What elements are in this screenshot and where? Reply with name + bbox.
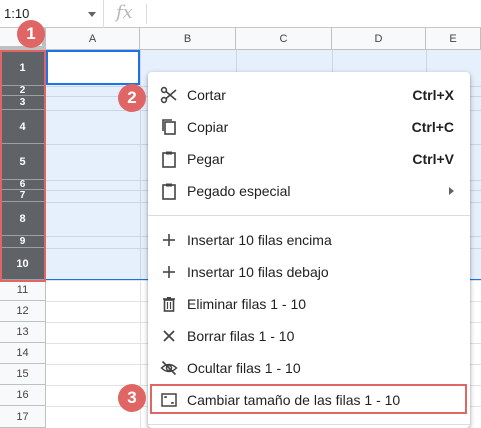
copy-icon xyxy=(162,119,176,135)
menu-item-delete-rows[interactable]: Eliminar filas 1 - 10 xyxy=(148,288,470,320)
row-header-14[interactable]: 14 xyxy=(0,343,46,364)
clipboard-icon xyxy=(162,151,176,168)
name-box[interactable]: 1:10 xyxy=(0,0,104,28)
row-header-17[interactable]: 17 xyxy=(0,406,46,428)
name-box-value: 1:10 xyxy=(4,6,30,21)
menu-item-paste-special[interactable]: Pegado especial xyxy=(148,175,470,207)
row-header-15[interactable]: 15 xyxy=(0,364,46,385)
menu-item-label: Copiar xyxy=(187,119,229,135)
chevron-down-icon[interactable] xyxy=(88,12,96,17)
row-header-16[interactable]: 16 xyxy=(0,385,46,406)
menu-item-label: Cortar xyxy=(187,87,226,103)
row-selection-highlight xyxy=(0,50,46,282)
active-cell-a1[interactable] xyxy=(46,50,140,85)
row-header-11[interactable]: 11 xyxy=(0,280,46,301)
column-header-b[interactable]: B xyxy=(140,28,236,50)
menu-item-label: Insertar 10 filas encima xyxy=(187,232,332,248)
menu-item-label: Pegar xyxy=(187,151,225,167)
menu-item-insert-above[interactable]: Insertar 10 filas encima xyxy=(148,224,470,256)
callout-badge-3: 3 xyxy=(118,384,146,412)
plus-icon xyxy=(163,234,175,246)
menu-item-cut[interactable]: Cortar Ctrl+X xyxy=(148,79,470,111)
plus-icon xyxy=(163,266,175,278)
menu-item-shortcut: Ctrl+X xyxy=(412,87,454,103)
resize-item-highlight xyxy=(150,384,467,414)
trash-icon xyxy=(163,297,175,312)
scissors-icon xyxy=(160,86,177,104)
menu-item-label: Ocultar filas 1 - 10 xyxy=(187,360,301,376)
menu-item-hide-rows[interactable]: Ocultar filas 1 - 10 xyxy=(148,352,470,384)
menu-item-paste[interactable]: Pegar Ctrl+V xyxy=(148,143,470,175)
column-header-e[interactable]: E xyxy=(426,28,481,50)
callout-badge-1: 1 xyxy=(17,20,45,48)
fx-icon: fx xyxy=(116,2,133,23)
menu-divider xyxy=(148,424,470,425)
clipboard-icon xyxy=(162,183,176,200)
menu-divider xyxy=(148,215,470,216)
menu-item-label: Borrar filas 1 - 10 xyxy=(187,328,295,344)
formula-bar-divider xyxy=(146,4,147,24)
callout-badge-2: 2 xyxy=(118,84,146,112)
menu-item-label: Pegado especial xyxy=(187,183,291,199)
menu-item-copy[interactable]: Copiar Ctrl+C xyxy=(148,111,470,143)
column-header-d[interactable]: D xyxy=(332,28,426,50)
menu-item-label: Insertar 10 filas debajo xyxy=(187,264,329,280)
formula-bar: 1:10 fx xyxy=(0,0,481,28)
column-header-c[interactable]: C xyxy=(236,28,332,50)
menu-item-clear-rows[interactable]: Borrar filas 1 - 10 xyxy=(148,320,470,352)
row-header-13[interactable]: 13 xyxy=(0,322,46,343)
column-header-a[interactable]: A xyxy=(46,28,140,50)
menu-item-insert-below[interactable]: Insertar 10 filas debajo xyxy=(148,256,470,288)
eye-off-icon xyxy=(160,360,178,376)
menu-item-shortcut: Ctrl+C xyxy=(411,119,454,135)
menu-item-shortcut: Ctrl+V xyxy=(412,151,454,167)
menu-item-label: Eliminar filas 1 - 10 xyxy=(187,296,307,312)
context-menu: Cortar Ctrl+X Copiar Ctrl+C Pegar Ctrl+V… xyxy=(148,72,470,428)
x-icon xyxy=(163,330,175,342)
submenu-arrow-icon xyxy=(449,187,454,195)
row-header-12[interactable]: 12 xyxy=(0,301,46,322)
